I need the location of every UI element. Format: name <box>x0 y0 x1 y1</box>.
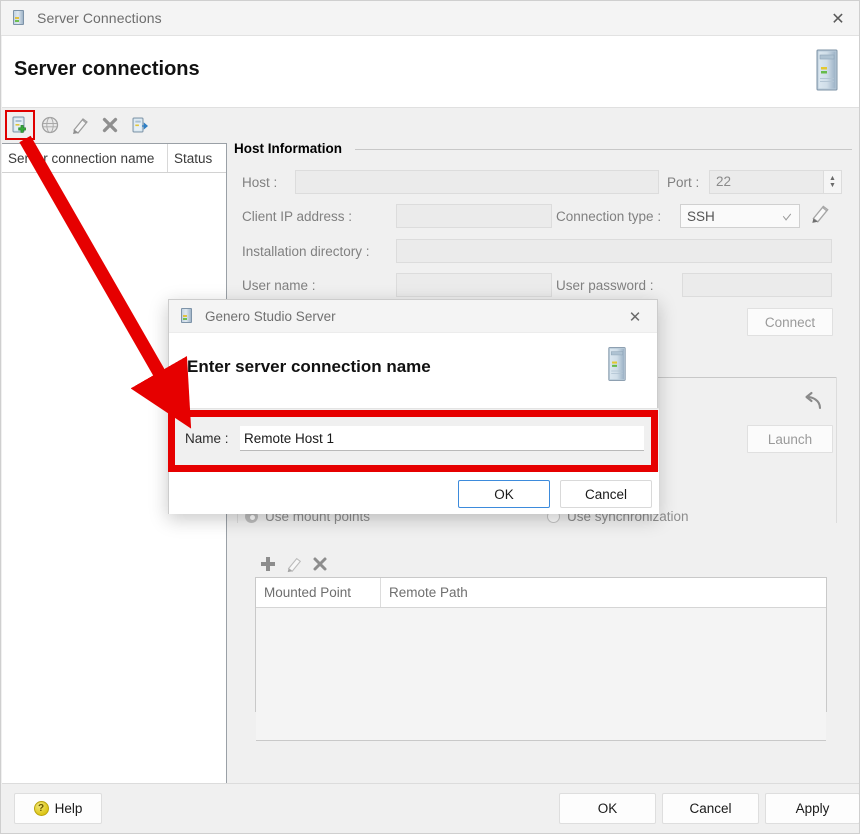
server-tower-icon <box>810 48 844 92</box>
stepper-down-icon[interactable]: ▼ <box>829 182 836 189</box>
add-server-connection-button[interactable] <box>6 111 34 139</box>
list-header: Server connection name Status <box>2 144 226 173</box>
user-password-label: User password : <box>556 278 654 293</box>
port-stepper[interactable]: ▲ ▼ <box>823 170 842 194</box>
user-name-label: User name : <box>242 278 316 293</box>
mount-table-body <box>256 608 826 741</box>
launch-button[interactable]: Launch <box>747 425 833 453</box>
edit-mount-point-button[interactable] <box>281 552 307 576</box>
dialog-heading: Enter server connection name <box>187 357 431 377</box>
server-icon <box>11 10 27 26</box>
user-password-input[interactable] <box>682 273 832 297</box>
client-ip-label: Client IP address : <box>242 209 352 224</box>
server-icon <box>179 308 195 324</box>
host-label: Host : <box>242 175 277 190</box>
server-connections-window: Server Connections ✕ Server connections <box>0 0 860 834</box>
question-mark-icon: ? <box>34 801 49 816</box>
window-title: Server Connections <box>37 10 162 26</box>
connection-type-value: SSH <box>687 209 715 224</box>
window-titlebar: Server Connections ✕ <box>1 1 860 36</box>
environment-group-line-right <box>836 377 837 523</box>
close-icon[interactable]: ✕ <box>815 1 860 36</box>
mount-points-table[interactable]: Mounted Point Remote Path <box>255 577 827 712</box>
client-ip-input[interactable] <box>396 204 552 228</box>
cancel-button[interactable]: Cancel <box>662 793 759 824</box>
delete-x-icon <box>100 115 120 135</box>
enter-server-connection-name-dialog: Genero Studio Server ✕ Enter server conn… <box>168 299 658 514</box>
mount-table-header: Mounted Point Remote Path <box>256 578 826 608</box>
help-button[interactable]: ? Help <box>14 793 102 824</box>
dialog-name-row: Name : <box>169 408 659 470</box>
column-header-remote-path[interactable]: Remote Path <box>381 578 826 607</box>
dialog-titlebar: Genero Studio Server ✕ <box>169 300 657 333</box>
close-icon[interactable]: ✕ <box>617 300 653 333</box>
plus-icon <box>259 555 277 573</box>
host-input[interactable] <box>295 170 659 194</box>
apply-button[interactable]: Apply <box>765 793 860 824</box>
undo-reset-icon <box>801 389 827 415</box>
host-information-group-line <box>355 149 852 150</box>
column-header-name[interactable]: Server connection name <box>2 144 168 172</box>
dialog-cancel-button[interactable]: Cancel <box>560 480 652 508</box>
dialog-button-bar: ? Help OK Cancel Apply <box>2 783 860 832</box>
page-header: Server connections <box>2 36 860 108</box>
pencil-edit-icon <box>809 202 831 224</box>
stepper-up-icon[interactable]: ▲ <box>829 175 836 182</box>
name-input[interactable] <box>240 426 644 451</box>
connection-type-label: Connection type : <box>556 209 661 224</box>
pencil-edit-icon <box>285 555 303 573</box>
pencil-edit-icon <box>70 115 90 135</box>
installation-directory-label: Installation directory : <box>242 244 370 259</box>
port-input[interactable]: 22 <box>709 170 831 194</box>
host-information-title: Host Information <box>234 141 348 156</box>
refresh-server-connection-button[interactable] <box>36 111 64 139</box>
column-header-status[interactable]: Status <box>168 144 226 172</box>
connection-type-select[interactable]: SSH <box>680 204 800 228</box>
name-label: Name : <box>185 431 229 446</box>
globe-refresh-icon <box>40 115 60 135</box>
server-tower-icon <box>603 345 631 383</box>
dialog-heading-area: Enter server connection name <box>169 333 657 408</box>
export-server-connection-button[interactable] <box>126 111 154 139</box>
help-button-label: Help <box>55 801 83 816</box>
installation-directory-input[interactable] <box>396 239 832 263</box>
ok-button[interactable]: OK <box>559 793 656 824</box>
delete-server-connection-button[interactable] <box>96 111 124 139</box>
port-value: 22 <box>716 174 731 189</box>
rename-server-connection-button[interactable] <box>66 111 94 139</box>
delete-x-icon <box>311 555 329 573</box>
server-add-icon <box>10 115 30 135</box>
port-label: Port : <box>667 175 699 190</box>
delete-mount-point-button[interactable] <box>307 552 333 576</box>
add-mount-point-button[interactable] <box>255 552 281 576</box>
page-title: Server connections <box>14 58 200 81</box>
server-export-icon <box>130 115 150 135</box>
user-name-input[interactable] <box>396 273 552 297</box>
dialog-ok-button[interactable]: OK <box>458 480 550 508</box>
connect-button[interactable]: Connect <box>747 308 833 336</box>
connection-toolbar <box>2 109 227 141</box>
reset-button[interactable] <box>801 389 827 420</box>
edit-connection-type-button[interactable] <box>809 202 831 229</box>
chevron-down-icon <box>783 210 791 220</box>
column-header-mounted-point[interactable]: Mounted Point <box>256 578 381 607</box>
mount-points-toolbar <box>255 552 333 576</box>
dialog-footer: OK Cancel <box>169 470 659 514</box>
dialog-title: Genero Studio Server <box>205 309 336 324</box>
